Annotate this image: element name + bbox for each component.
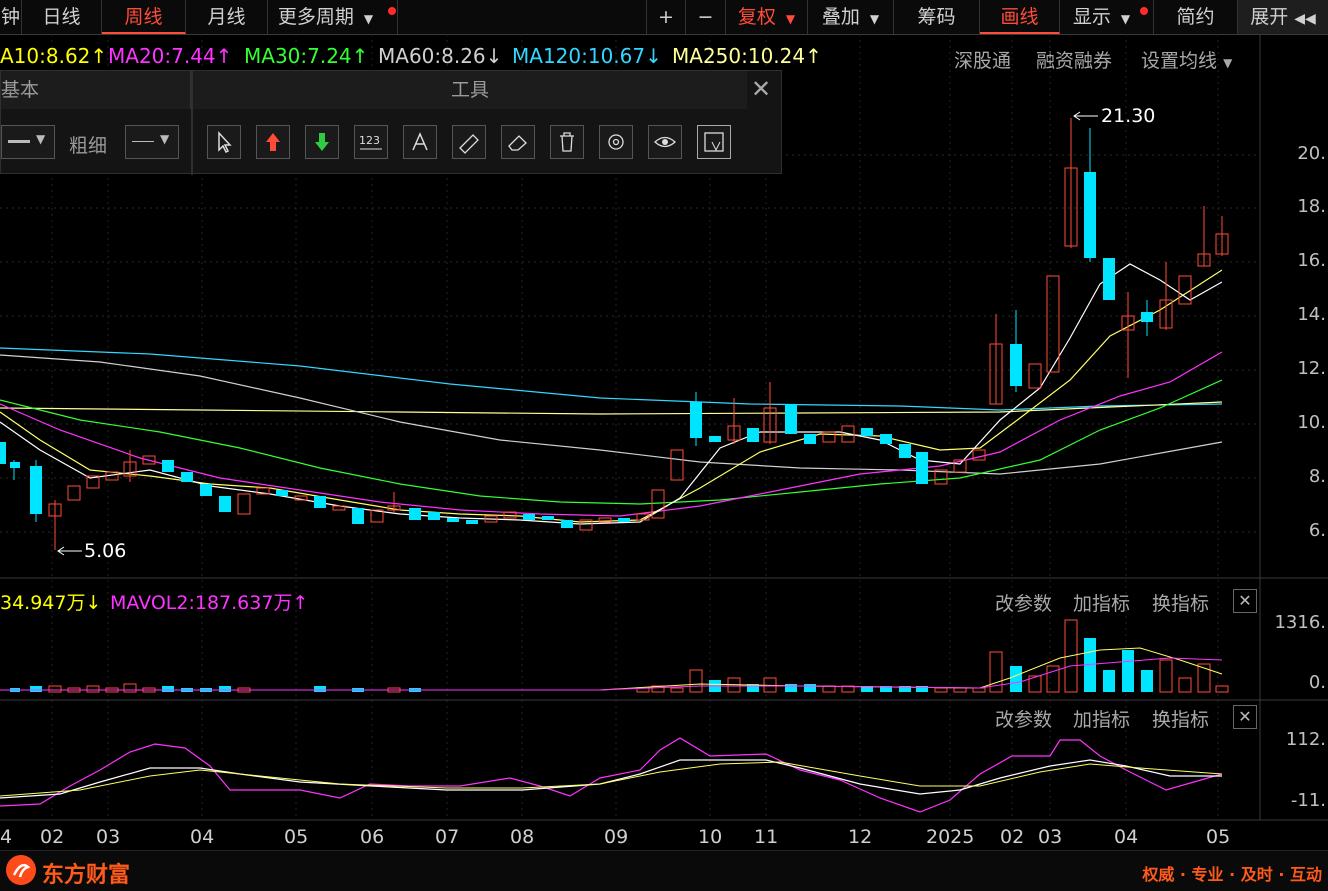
x-tick: 08 (510, 826, 535, 848)
candlesticks (0, 118, 1229, 550)
x-tick: 02 (40, 826, 65, 848)
number-icon: 123 (359, 134, 382, 150)
vol-change-params-button[interactable]: 改参数 (995, 589, 1052, 616)
vol-add-indicator-button[interactable]: 加指标 (1073, 589, 1130, 616)
x-tick: 02 (1000, 826, 1025, 848)
chevron-down-icon: ▼ (36, 132, 46, 146)
x-tick: 04 (190, 826, 215, 848)
indicator-axis-bottom: -11. (1290, 790, 1326, 811)
text-icon (412, 132, 428, 151)
snap-tool-button[interactable] (697, 125, 731, 159)
price-tick: 6. (1308, 520, 1326, 541)
panel-divider (191, 71, 193, 175)
cursor-icon (218, 131, 232, 154)
x-tick: 04 (1114, 826, 1139, 848)
magnet-icon (704, 132, 724, 152)
vol-switch-indicator-button[interactable]: 换指标 (1152, 589, 1209, 616)
x-tick: 03 (96, 826, 121, 848)
eraser-icon (508, 135, 527, 151)
wave-count-button[interactable]: 123 (354, 125, 388, 159)
mavol1-value: 34.947万↓ (0, 592, 102, 614)
x-tick: 06 (360, 826, 385, 848)
price-tick: 20. (1297, 143, 1326, 164)
gear-icon (608, 134, 624, 150)
volume-axis-bottom: 0. (1308, 672, 1326, 693)
x-tick: 07 (435, 826, 460, 848)
x-tick: 2025 (926, 826, 975, 848)
indicator-line-1 (0, 737, 1223, 813)
drawing-tools-panel: 基本 工具 ✕ ▼ 粗细 ▼ 123 (0, 70, 782, 175)
high-price-label: 21.30 (1101, 105, 1156, 127)
price-tick: 10. (1297, 412, 1326, 433)
price-tick: 8. (1308, 466, 1326, 487)
x-tick: 4 (0, 826, 13, 848)
indicator-line-3 (0, 761, 1223, 797)
thickness-select[interactable]: ▼ (125, 125, 179, 159)
delete-tool-button[interactable] (550, 125, 584, 159)
price-tick: 18. (1297, 196, 1326, 217)
ruler-tool-button[interactable] (452, 125, 486, 159)
sell-mark-button[interactable] (305, 125, 339, 159)
price-tick: 16. (1297, 250, 1326, 271)
close-icon[interactable]: ✕ (1233, 705, 1257, 729)
indicator-line-2 (0, 759, 1222, 799)
line-style-preview (8, 140, 30, 143)
x-tick: 10 (698, 826, 723, 848)
ruler-icon (459, 134, 479, 154)
brand-name: 东方财富 (42, 863, 131, 888)
ind-add-indicator-button[interactable]: 加指标 (1073, 705, 1130, 732)
x-tick: 12 (848, 826, 873, 848)
volume-bars (10, 619, 1229, 693)
mavol2-value: MAVOL2:187.637万↑ (110, 592, 309, 614)
ma120-line (0, 347, 1223, 411)
ma5-line (0, 263, 1223, 525)
svg-text:123: 123 (359, 134, 380, 147)
chevron-down-icon: ▼ (160, 132, 170, 146)
volume-axis-top: 1316. (1274, 612, 1326, 633)
thickness-label: 粗细 (69, 135, 108, 157)
brand-logo-icon (6, 855, 36, 885)
panel-title-basic: 基本 (1, 71, 191, 109)
brand-slogan: 权威 · 专业 · 及时 · 互动 (1142, 865, 1322, 884)
eraser-tool-button[interactable] (501, 125, 535, 159)
price-tick: 12. (1297, 358, 1326, 379)
low-price-label: 5.06 (84, 540, 127, 562)
down-arrow-icon (315, 133, 329, 151)
ma10-line (0, 269, 1223, 523)
line-style-select[interactable]: ▼ (1, 125, 55, 159)
close-icon[interactable]: ✕ (751, 75, 771, 103)
x-tick: 05 (284, 826, 309, 848)
panel-title-tools: 工具 (193, 71, 747, 109)
text-tool-button[interactable] (403, 125, 437, 159)
thickness-preview (132, 141, 154, 142)
settings-tool-button[interactable] (599, 125, 633, 159)
mavol2-line (0, 657, 1223, 691)
buy-mark-button[interactable] (256, 125, 290, 159)
x-tick: 11 (754, 826, 779, 848)
ind-switch-indicator-button[interactable]: 换指标 (1152, 705, 1209, 732)
ind-change-params-button[interactable]: 改参数 (995, 705, 1052, 732)
cursor-tool-button[interactable] (207, 125, 241, 159)
footer-bar: 东方财富 权威 · 专业 · 及时 · 互动 (0, 850, 1328, 891)
trash-icon (560, 132, 574, 152)
up-arrow-icon (266, 133, 280, 151)
x-tick: 09 (604, 826, 629, 848)
eye-icon (654, 136, 676, 148)
price-tick: 14. (1297, 304, 1326, 325)
close-icon[interactable]: ✕ (1233, 589, 1257, 613)
indicator-axis-top: 112. (1285, 729, 1326, 750)
mavol1-line (0, 647, 1223, 691)
ma20-line (0, 351, 1223, 517)
visibility-tool-button[interactable] (648, 125, 682, 159)
x-tick: 05 (1206, 826, 1231, 848)
x-tick: 03 (1038, 826, 1063, 848)
